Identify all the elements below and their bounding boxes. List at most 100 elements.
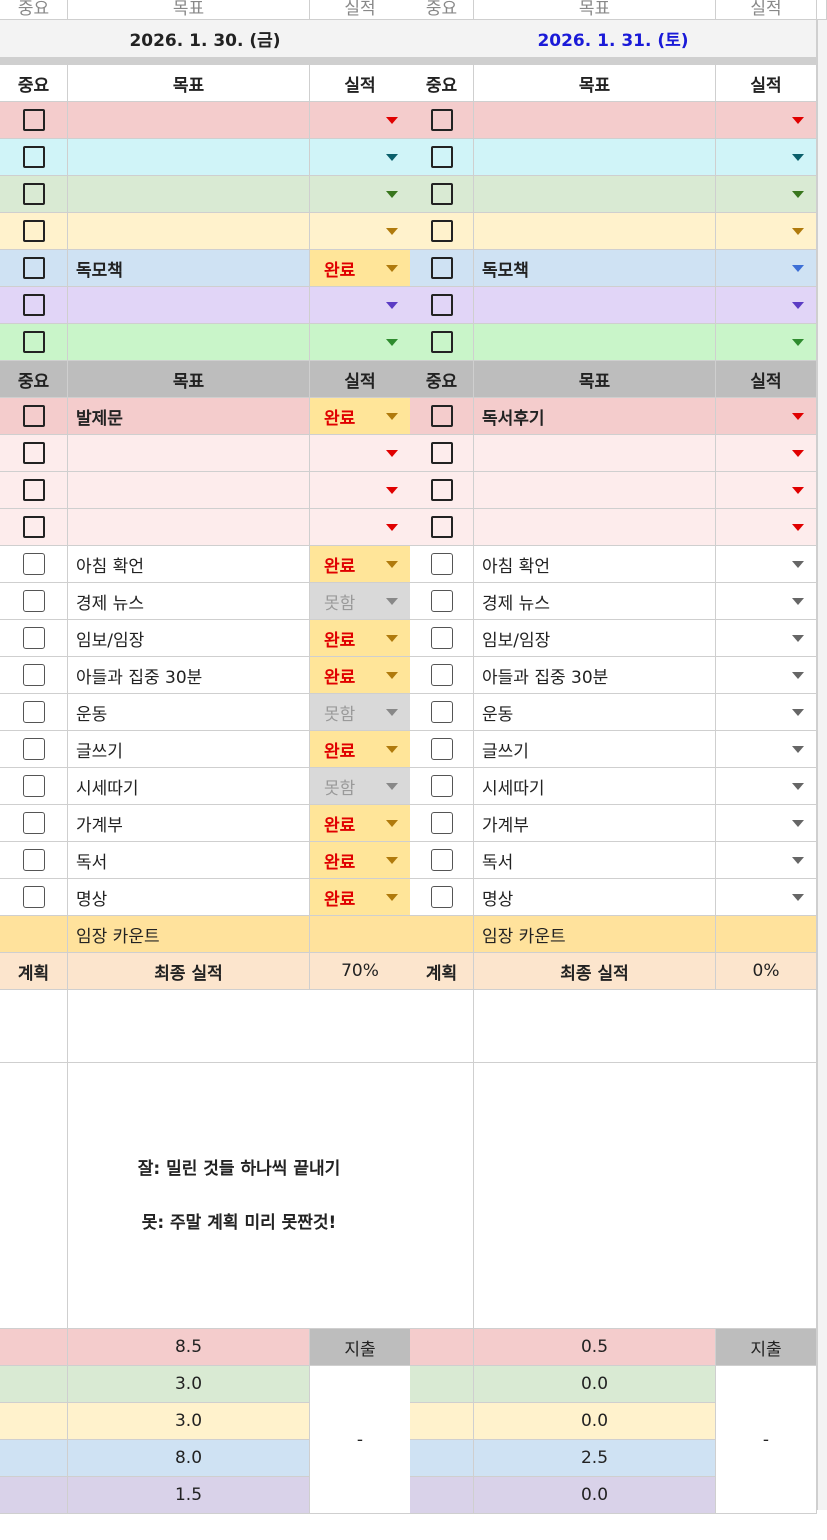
dropdown-arrow-icon[interactable] bbox=[792, 450, 804, 457]
goal-cell[interactable]: 발제문 bbox=[68, 398, 310, 435]
result-dropdown[interactable] bbox=[716, 139, 817, 176]
goal-cell[interactable] bbox=[474, 287, 716, 324]
goal-cell[interactable] bbox=[68, 509, 310, 546]
dropdown-arrow-icon[interactable] bbox=[386, 339, 398, 346]
dropdown-arrow-icon[interactable] bbox=[792, 894, 804, 901]
goal-cell[interactable] bbox=[474, 213, 716, 250]
importance-checkbox[interactable] bbox=[430, 442, 453, 464]
dropdown-arrow-icon[interactable] bbox=[792, 154, 804, 161]
importance-checkbox[interactable] bbox=[22, 146, 45, 168]
goal-cell[interactable] bbox=[474, 472, 716, 509]
routine-result-dropdown[interactable]: 완료 bbox=[310, 842, 411, 879]
routine-checkbox[interactable] bbox=[22, 553, 45, 575]
importance-checkbox[interactable] bbox=[22, 331, 45, 353]
importance-checkbox[interactable] bbox=[430, 257, 453, 279]
dropdown-arrow-icon[interactable] bbox=[386, 228, 398, 235]
result-dropdown[interactable]: 완료 bbox=[310, 250, 411, 287]
result-dropdown[interactable] bbox=[716, 398, 817, 435]
routine-checkbox[interactable] bbox=[430, 849, 453, 871]
goal-cell[interactable] bbox=[474, 509, 716, 546]
dropdown-arrow-icon[interactable] bbox=[386, 524, 398, 531]
goal-cell[interactable] bbox=[474, 102, 716, 139]
routine-checkbox[interactable] bbox=[22, 701, 45, 723]
dropdown-arrow-icon[interactable] bbox=[386, 302, 398, 309]
routine-checkbox[interactable] bbox=[430, 627, 453, 649]
result-dropdown[interactable] bbox=[716, 250, 817, 287]
dropdown-arrow-icon[interactable] bbox=[792, 117, 804, 124]
dropdown-arrow-icon[interactable] bbox=[792, 857, 804, 864]
imjang-count-value[interactable] bbox=[716, 916, 817, 953]
dropdown-arrow-icon[interactable] bbox=[792, 820, 804, 827]
routine-result-dropdown[interactable] bbox=[716, 620, 817, 657]
routine-result-dropdown[interactable]: 완료 bbox=[310, 731, 411, 768]
routine-result-dropdown[interactable] bbox=[716, 879, 817, 916]
importance-checkbox[interactable] bbox=[22, 294, 45, 316]
routine-result-dropdown[interactable]: 못함 bbox=[310, 583, 411, 620]
remarks-cell[interactable] bbox=[474, 1063, 817, 1329]
result-dropdown[interactable] bbox=[310, 472, 411, 509]
routine-checkbox[interactable] bbox=[22, 738, 45, 760]
routine-result-dropdown[interactable] bbox=[716, 546, 817, 583]
dropdown-arrow-icon[interactable] bbox=[792, 228, 804, 235]
dropdown-arrow-icon[interactable] bbox=[386, 154, 398, 161]
importance-checkbox[interactable] bbox=[430, 109, 453, 131]
dropdown-arrow-icon[interactable] bbox=[386, 413, 398, 420]
routine-checkbox[interactable] bbox=[430, 590, 453, 612]
routine-result-dropdown[interactable] bbox=[716, 694, 817, 731]
importance-checkbox[interactable] bbox=[22, 442, 45, 464]
result-dropdown[interactable] bbox=[310, 139, 411, 176]
dropdown-arrow-icon[interactable] bbox=[792, 191, 804, 198]
goal-cell[interactable] bbox=[68, 287, 310, 324]
dropdown-arrow-icon[interactable] bbox=[386, 450, 398, 457]
routine-result-dropdown[interactable] bbox=[716, 583, 817, 620]
importance-checkbox[interactable] bbox=[22, 479, 45, 501]
dropdown-arrow-icon[interactable] bbox=[386, 857, 398, 864]
dropdown-arrow-icon[interactable] bbox=[386, 117, 398, 124]
routine-checkbox[interactable] bbox=[430, 701, 453, 723]
result-dropdown[interactable] bbox=[310, 176, 411, 213]
goal-cell[interactable]: 독모책 bbox=[68, 250, 310, 287]
importance-checkbox[interactable] bbox=[22, 516, 45, 538]
dropdown-arrow-icon[interactable] bbox=[792, 339, 804, 346]
dropdown-arrow-icon[interactable] bbox=[792, 598, 804, 605]
routine-result-dropdown[interactable]: 완료 bbox=[310, 620, 411, 657]
routine-checkbox[interactable] bbox=[430, 775, 453, 797]
result-dropdown[interactable] bbox=[716, 176, 817, 213]
importance-checkbox[interactable] bbox=[22, 257, 45, 279]
dropdown-arrow-icon[interactable] bbox=[792, 672, 804, 679]
routine-checkbox[interactable] bbox=[22, 849, 45, 871]
dropdown-arrow-icon[interactable] bbox=[386, 265, 398, 272]
result-dropdown[interactable] bbox=[716, 102, 817, 139]
importance-checkbox[interactable] bbox=[22, 109, 45, 131]
dropdown-arrow-icon[interactable] bbox=[792, 413, 804, 420]
goal-cell[interactable] bbox=[68, 435, 310, 472]
goal-cell[interactable] bbox=[68, 139, 310, 176]
result-dropdown[interactable] bbox=[310, 287, 411, 324]
plan-blank[interactable] bbox=[474, 990, 817, 1063]
result-dropdown[interactable] bbox=[716, 324, 817, 361]
dropdown-arrow-icon[interactable] bbox=[792, 635, 804, 642]
result-dropdown[interactable] bbox=[310, 213, 411, 250]
result-dropdown[interactable] bbox=[716, 509, 817, 546]
routine-result-dropdown[interactable] bbox=[716, 842, 817, 879]
routine-result-dropdown[interactable]: 완료 bbox=[310, 657, 411, 694]
result-dropdown[interactable] bbox=[716, 472, 817, 509]
dropdown-arrow-icon[interactable] bbox=[386, 191, 398, 198]
goal-cell[interactable] bbox=[474, 176, 716, 213]
result-dropdown[interactable] bbox=[716, 213, 817, 250]
goal-cell[interactable] bbox=[474, 139, 716, 176]
dropdown-arrow-icon[interactable] bbox=[386, 820, 398, 827]
routine-checkbox[interactable] bbox=[430, 886, 453, 908]
routine-result-dropdown[interactable] bbox=[716, 731, 817, 768]
dropdown-arrow-icon[interactable] bbox=[386, 783, 398, 790]
dropdown-arrow-icon[interactable] bbox=[792, 746, 804, 753]
dropdown-arrow-icon[interactable] bbox=[386, 598, 398, 605]
goal-cell[interactable] bbox=[68, 472, 310, 509]
result-dropdown[interactable]: 완료 bbox=[310, 398, 411, 435]
importance-checkbox[interactable] bbox=[430, 220, 453, 242]
result-dropdown[interactable] bbox=[310, 324, 411, 361]
dropdown-arrow-icon[interactable] bbox=[386, 487, 398, 494]
dropdown-arrow-icon[interactable] bbox=[386, 635, 398, 642]
dropdown-arrow-icon[interactable] bbox=[792, 487, 804, 494]
dropdown-arrow-icon[interactable] bbox=[386, 894, 398, 901]
